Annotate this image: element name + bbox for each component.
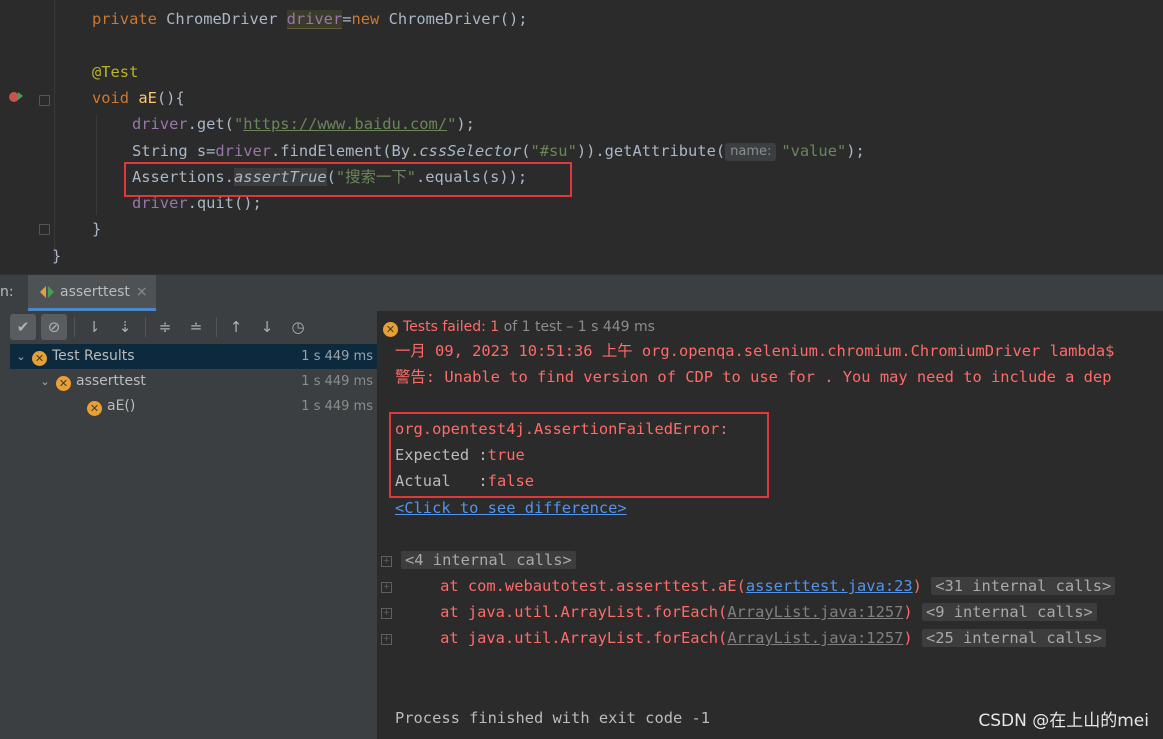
toolbar-separator (74, 317, 75, 337)
tree-row-time: 1 s 449 ms (301, 374, 373, 389)
failed-icon: ✕ (87, 401, 102, 416)
test-tree: ⌄ ✕ Test Results 1 s 449 ms ⌄ ✕ asserttest 1… (10, 344, 377, 419)
watermark: CSDN @在上山的mei (978, 711, 1149, 731)
tree-row-time: 1 s 449 ms (301, 349, 373, 364)
stack-trace-line: at com.webautotest.asserttest.aE(assertt… (403, 573, 1116, 599)
toolbar-separator (216, 317, 217, 337)
status-failed-label: Tests failed: (403, 319, 491, 335)
code-editor[interactable]: private ChromeDriver driver=new ChromeDr… (0, 0, 1163, 274)
code-line-close-brace: } (52, 247, 62, 265)
tab-label: asserttest (60, 283, 130, 300)
test-results-panel: ✔ ⊘ ⇂ ⇣ ≑ ≐ ↑ ↓ ◷ ⌄ ✕ Test Results 1 s 449… (0, 311, 377, 739)
console-log-line: 一月 09, 2023 10:51:36 上午 org.openqa.selen… (395, 342, 1115, 360)
source-link[interactable]: ArrayList.java:1257 (727, 629, 903, 647)
indent-guide (96, 115, 97, 215)
tree-row-asserttest[interactable]: ⌄ ✕ asserttest 1 s 449 ms (10, 369, 377, 394)
run-tool-window-header: n: asserttest × (0, 274, 1163, 312)
run-test-icon[interactable] (7, 89, 23, 105)
run-label: n: (0, 284, 14, 300)
test-toolbar: ✔ ⊘ ⇂ ⇣ ≑ ≐ ↑ ↓ ◷ (10, 311, 377, 343)
highlight-box-assertion-error (389, 412, 769, 498)
internal-calls-line: <4 internal calls> (401, 547, 576, 573)
code-line-annotation: @Test (92, 63, 139, 81)
see-difference-link[interactable]: <Click to see difference> (395, 495, 627, 521)
url-link[interactable]: https://www.baidu.com/ (243, 115, 447, 133)
source-link[interactable]: ArrayList.java:1257 (727, 603, 903, 621)
show-ignored-button[interactable]: ⊘ (41, 314, 67, 340)
close-tab-icon[interactable]: × (136, 284, 148, 300)
expand-internal-calls-icon[interactable]: + (381, 582, 392, 593)
tree-row-label: aE() (107, 398, 136, 414)
tree-row-test-results[interactable]: ⌄ ✕ Test Results 1 s 449 ms (10, 344, 377, 369)
status-summary: of 1 test – 1 s 449 ms (499, 319, 655, 335)
status-failed-count: 1 (490, 319, 500, 335)
show-passed-button[interactable]: ✔ (10, 314, 36, 340)
collapse-all-button[interactable]: ≐ (183, 314, 209, 340)
indent-guide (54, 0, 55, 265)
sort-by-duration-button[interactable]: ⇣ (112, 314, 138, 340)
tab-asserttest[interactable]: asserttest × (28, 275, 156, 311)
code-line-find-element: String s=driver.findElement(By.cssSelect… (132, 142, 865, 161)
fold-marker-icon[interactable] (39, 224, 50, 235)
previous-failed-button[interactable]: ↑ (223, 314, 249, 340)
expand-internal-calls-icon[interactable]: + (381, 634, 392, 645)
chevron-down-icon[interactable]: ⌄ (38, 369, 52, 394)
expand-internal-calls-icon[interactable]: + (381, 608, 392, 619)
code-line-method-decl: void aE(){ (92, 89, 185, 107)
highlight-box-assertion-line (124, 162, 572, 197)
failed-icon: ✕ (383, 322, 398, 337)
test-class-icon (40, 285, 54, 298)
console-output[interactable]: » ✕Tests failed: 1 of 1 test – 1 s 449 m… (377, 311, 1163, 739)
chevron-down-icon[interactable]: ⌄ (14, 344, 28, 369)
failed-icon: ✕ (56, 376, 71, 391)
expand-all-button[interactable]: ≑ (152, 314, 178, 340)
stack-trace-line: at java.util.ArrayList.forEach(ArrayList… (403, 599, 1097, 625)
editor-gutter (0, 0, 62, 274)
sort-alphabetically-button[interactable]: ⇂ (81, 314, 107, 340)
tree-row-label: asserttest (76, 373, 146, 389)
tree-row-ae[interactable]: ✕ aE() 1 s 449 ms (10, 394, 377, 419)
source-link[interactable]: asserttest.java:23 (746, 577, 913, 595)
stack-trace-line: at java.util.ArrayList.forEach(ArrayList… (403, 625, 1106, 651)
parameter-hint: name: (725, 143, 777, 161)
process-finished-line: Process finished with exit code -1 (395, 709, 711, 727)
tree-row-time: 1 s 449 ms (301, 399, 373, 414)
expand-internal-calls-icon[interactable]: + (381, 556, 392, 567)
failed-icon: ✕ (32, 351, 47, 366)
code-line-driver-field: private ChromeDriver driver=new ChromeDr… (92, 10, 528, 29)
code-line-close-brace: } (92, 220, 102, 238)
code-line-driver-get: driver.get("https://www.baidu.com/"); (132, 115, 475, 133)
fold-marker-icon[interactable] (39, 95, 50, 106)
test-history-button[interactable]: ◷ (285, 314, 311, 340)
toolbar-separator (145, 317, 146, 337)
next-failed-button[interactable]: ↓ (254, 314, 280, 340)
console-log-line: 警告: Unable to find version of CDP to use… (395, 368, 1112, 386)
tree-row-label: Test Results (52, 348, 135, 364)
